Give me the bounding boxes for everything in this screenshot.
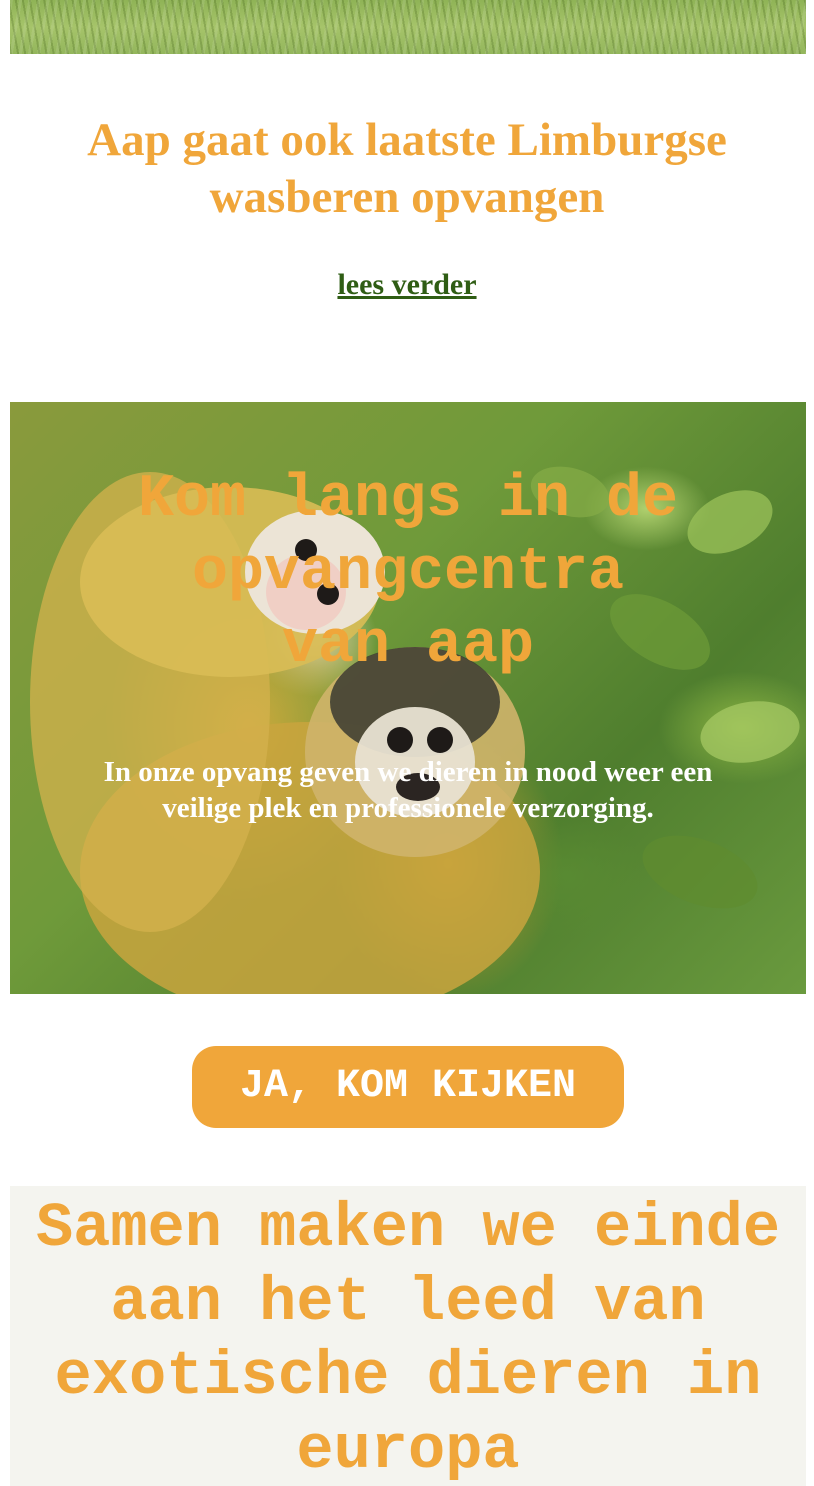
closing-title: Samen maken we einde aan het leed van ex… [35, 1193, 781, 1486]
grass-banner-image [10, 0, 806, 54]
visit-cta-button[interactable]: JA, KOM KIJKEN [192, 1046, 624, 1128]
hero-description: In onze opvang geven we dieren in nood w… [103, 756, 713, 824]
closing-section: Samen maken we einde aan het leed van ex… [10, 1186, 806, 1486]
read-more-container: lees verder [0, 268, 814, 302]
hero-title: Kom langs in de opvangcentra van aap [137, 466, 679, 680]
read-more-link[interactable]: lees verder [337, 268, 476, 301]
news-headline: Aap gaat ook laatste Limburgse wasberen … [87, 114, 727, 223]
hero-banner: Kom langs in de opvangcentra van aap In … [10, 402, 806, 994]
